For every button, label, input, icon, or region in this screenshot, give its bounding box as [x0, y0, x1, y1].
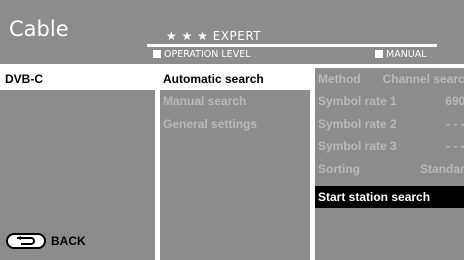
menu-item-label: Automatic search: [163, 72, 264, 86]
setting-label: Sorting: [318, 162, 360, 176]
menu-item-label: DVB-C: [5, 72, 43, 86]
back-label: BACK: [51, 234, 86, 248]
setting-label: Symbol rate 2: [318, 117, 397, 131]
square-icon: [153, 50, 161, 58]
setting-value: Standard: [419, 162, 464, 176]
manual-indicator: MANUAL: [375, 49, 427, 61]
setting-value: - - - -: [446, 139, 464, 153]
expertise-level: ★ ★ ★ EXPERT: [166, 29, 262, 43]
setting-label: Method: [318, 72, 361, 86]
setting-method[interactable]: Method Channel search: [315, 68, 464, 90]
source-column: DVB-C BACK: [0, 68, 155, 260]
setting-label: Symbol rate 1: [318, 94, 397, 108]
start-station-search-button[interactable]: Start station search: [315, 186, 464, 208]
settings-column: Method Channel search Symbol rate 1 6900…: [315, 68, 464, 260]
screen: Cable ★ ★ ★ EXPERT OPERATION LEVEL MANUA…: [0, 0, 464, 260]
setting-value: 6900: [445, 94, 464, 108]
header: Cable ★ ★ ★ EXPERT OPERATION LEVEL MANUA…: [0, 0, 464, 64]
square-icon: [375, 50, 383, 58]
menu-item-label: Manual search: [163, 94, 247, 108]
setting-symbol-rate-3[interactable]: Symbol rate 3 - - - -: [315, 135, 464, 157]
start-station-search-label: Start station search: [318, 190, 431, 204]
menu-item-automatic-search[interactable]: Automatic search: [160, 68, 310, 90]
menu-item-label: General settings: [163, 117, 258, 131]
setting-sorting[interactable]: Sorting Standard: [315, 158, 464, 180]
page-title: Cable: [9, 17, 69, 41]
operation-level-bar: [147, 44, 437, 47]
menu-item-general-settings[interactable]: General settings: [160, 113, 310, 135]
search-menu-column: Automatic search Manual search General s…: [160, 68, 310, 260]
back-button[interactable]: BACK: [6, 230, 86, 252]
menu-item-dvb-c[interactable]: DVB-C: [0, 68, 155, 90]
setting-label: Symbol rate 3: [318, 139, 397, 153]
operation-level-label: OPERATION LEVEL: [164, 49, 251, 60]
operation-level-indicator: OPERATION LEVEL: [153, 49, 250, 61]
manual-label: MANUAL: [386, 49, 427, 60]
menu-item-manual-search[interactable]: Manual search: [160, 90, 310, 112]
setting-symbol-rate-1[interactable]: Symbol rate 1 6900: [315, 90, 464, 112]
setting-symbol-rate-2[interactable]: Symbol rate 2 - - - -: [315, 113, 464, 135]
setting-value: - - - -: [446, 117, 464, 131]
setting-value: Channel search: [382, 72, 464, 86]
back-arrow-icon: [6, 233, 46, 249]
